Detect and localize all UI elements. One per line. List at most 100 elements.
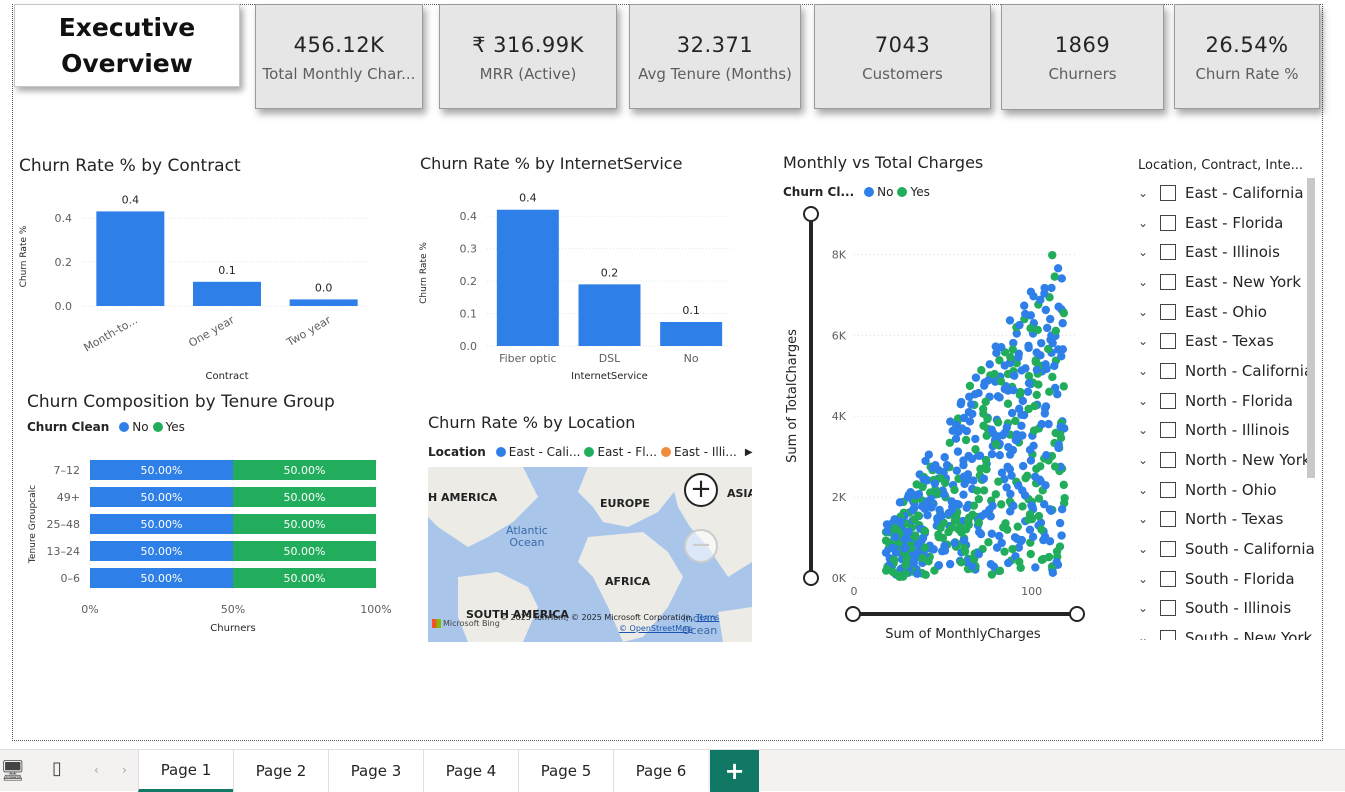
prev-page-icon[interactable]: ‹ (94, 763, 99, 777)
slicer-item[interactable]: ⌄ East - California (1138, 178, 1316, 208)
y-tick-label: 0.4 (460, 210, 478, 223)
scatter-point-no (882, 527, 892, 536)
tenure-stacked-bar-chart[interactable]: 0% 50% 100% 50.00% 50.00% 7–12 50.00% 50.00% 49+… (20, 448, 400, 638)
tab-page-6[interactable]: Page 6 (613, 750, 708, 792)
chevron-down-icon[interactable]: ⌄ (1138, 245, 1154, 259)
scatter-point-no (991, 342, 1000, 351)
data-label: 50.00% (284, 572, 326, 585)
slicer-checkbox[interactable] (1160, 452, 1176, 469)
slicer-checkbox[interactable] (1160, 630, 1176, 640)
zoom-in-button[interactable]: + (684, 473, 718, 507)
chevron-down-icon[interactable]: ⌄ (1138, 275, 1154, 289)
kpi-card-avg-tenure[interactable]: 32.371 Avg Tenure (Months) (629, 4, 801, 109)
page-title: Executive Overview (14, 4, 240, 87)
kpi-card-customers[interactable]: 7043 Customers (814, 4, 991, 109)
scatter-point-no (1021, 309, 1030, 319)
slicer-checkbox[interactable] (1160, 362, 1176, 379)
chevron-down-icon[interactable]: ⌄ (1138, 601, 1154, 615)
slicer-checkbox[interactable] (1160, 600, 1176, 617)
next-page-icon[interactable]: › (122, 763, 127, 777)
tab-page-4[interactable]: Page 4 (423, 750, 518, 792)
tab-page-2[interactable]: Page 2 (233, 750, 328, 792)
x-zoom-handle-left (845, 606, 861, 622)
slicer-item[interactable]: ⌄ East - Illinois (1138, 237, 1316, 267)
chevron-down-icon[interactable]: ⌄ (1138, 542, 1154, 556)
chevron-down-icon[interactable]: ⌄ (1138, 423, 1154, 437)
terms-link[interactable]: Terms (696, 613, 720, 622)
scatter-point-yes (1059, 480, 1068, 490)
scatter-point-yes (1037, 525, 1046, 534)
slicer-checkbox[interactable] (1160, 303, 1176, 320)
chevron-down-icon[interactable]: ⌄ (1138, 186, 1154, 200)
scatter-point-no (1014, 481, 1023, 490)
chevron-down-icon[interactable]: ⌄ (1138, 334, 1154, 348)
chevron-down-icon[interactable]: ⌄ (1138, 305, 1154, 319)
scatter-point-no (1004, 442, 1013, 452)
legend-next-arrow-icon[interactable]: ▶ (745, 447, 753, 458)
chevron-down-icon[interactable]: ⌄ (1138, 394, 1154, 408)
slicer-item[interactable]: ⌄ South - Florida (1138, 564, 1316, 594)
slicer-checkbox[interactable] (1160, 541, 1176, 558)
slicer-item[interactable]: ⌄ East - Texas (1138, 326, 1316, 356)
slicer-item[interactable]: ⌄ North - Ohio (1138, 475, 1316, 505)
slicer-item[interactable]: ⌄ South - New York (1138, 623, 1316, 640)
slicer-checkbox[interactable] (1160, 214, 1176, 231)
scatter-chart[interactable]: 0K 2K 4K 6K 8K 0 100 Sum of MonthlyCharges Sum o… (780, 200, 1100, 648)
kpi-card-churners[interactable]: 1869 Churners (1001, 4, 1164, 110)
chevron-down-icon[interactable]: ⌄ (1138, 512, 1154, 526)
kpi-card-mrr[interactable]: ₹ 316.99K MRR (Active) (439, 4, 617, 109)
tab-page-1[interactable]: Page 1 (138, 750, 233, 792)
slicer-checkbox[interactable] (1160, 392, 1176, 409)
slicer-item[interactable]: ⌄ South - Illinois (1138, 594, 1316, 624)
slicer-item[interactable]: ⌄ North - Illinois (1138, 416, 1316, 446)
kpi-card-total-monthly-charges[interactable]: 456.12K Total Monthly Char... (255, 4, 423, 109)
legend-yes-swatch (152, 422, 163, 432)
slicer-item[interactable]: ⌄ East - Florida (1138, 208, 1316, 238)
mobile-view-icon[interactable]: ▯ (52, 758, 62, 779)
slicer-checkbox[interactable] (1160, 481, 1176, 498)
slicer-item[interactable]: ⌄ North - Texas (1138, 505, 1316, 535)
slicer-item[interactable]: ⌄ North - Florida (1138, 386, 1316, 416)
scatter-point-yes (976, 464, 985, 474)
chevron-down-icon[interactable]: ⌄ (1138, 572, 1154, 586)
chevron-down-icon[interactable]: ⌄ (1138, 453, 1154, 467)
slicer-item-label: East - Illinois (1185, 243, 1280, 262)
slicer-checkbox[interactable] (1160, 422, 1176, 439)
location-slicer[interactable]: ⌄ East - California ⌄ East - Florida ⌄ East -… (1138, 178, 1316, 640)
slicer-checkbox[interactable] (1160, 244, 1176, 261)
slicer-checkbox[interactable] (1160, 333, 1176, 350)
kpi-value: 7043 (874, 33, 931, 57)
x-tick-label: One year (186, 313, 237, 350)
contract-bar-chart[interactable]: 0.0 0.2 0.4 0.4 Month-to... 0.1 One year 0.0 Two… (14, 180, 394, 385)
chevron-down-icon[interactable]: ⌄ (1138, 216, 1154, 230)
slicer-item[interactable]: ⌄ North - New York (1138, 445, 1316, 475)
slicer-scrollbar[interactable] (1307, 178, 1315, 478)
location-map[interactable]: H AMERICA EUROPE ASIA AFRICA SOUTH AMERI… (428, 467, 752, 642)
tab-page-5[interactable]: Page 5 (518, 750, 613, 792)
tab-page-3[interactable]: Page 3 (328, 750, 423, 792)
slicer-item[interactable]: ⌄ East - New York (1138, 267, 1316, 297)
chevron-down-icon[interactable]: ⌄ (1138, 631, 1154, 640)
bing-logo: Microsoft Bing (432, 619, 500, 628)
zoom-out-button[interactable]: − (684, 529, 718, 563)
tenure-chart-legend: Churn Clean No Yes (27, 420, 185, 434)
slicer-item[interactable]: ⌄ East - Ohio (1138, 297, 1316, 327)
slicer-checkbox[interactable] (1160, 273, 1176, 290)
kpi-card-churn-rate[interactable]: 26.54% Churn Rate % (1174, 4, 1320, 109)
internet-bar-chart[interactable]: 0.0 0.1 0.2 0.3 0.4 0.4 Fiber optic 0.2 DSL 0.1 No… (414, 182, 754, 384)
slicer-checkbox[interactable] (1160, 184, 1176, 201)
slicer-checkbox[interactable] (1160, 570, 1176, 587)
openstreetmap-link[interactable]: © OpenStreetMap (619, 624, 692, 633)
desktop-view-icon[interactable]: 🖥 (0, 758, 25, 782)
scatter-point-no (992, 543, 1002, 552)
chevron-down-icon[interactable]: ⌄ (1138, 364, 1154, 378)
y-tick-label: 25–48 (47, 518, 81, 531)
slicer-item[interactable]: ⌄ South - California (1138, 534, 1316, 564)
chevron-down-icon[interactable]: ⌄ (1138, 483, 1154, 497)
slicer-item[interactable]: ⌄ North - California (1138, 356, 1316, 386)
legend-swatch-1 (495, 447, 506, 457)
x-tick-label: 100 (1021, 585, 1042, 598)
add-page-button[interactable]: + (710, 750, 759, 792)
scatter-point-no (1024, 343, 1033, 353)
slicer-checkbox[interactable] (1160, 511, 1176, 528)
